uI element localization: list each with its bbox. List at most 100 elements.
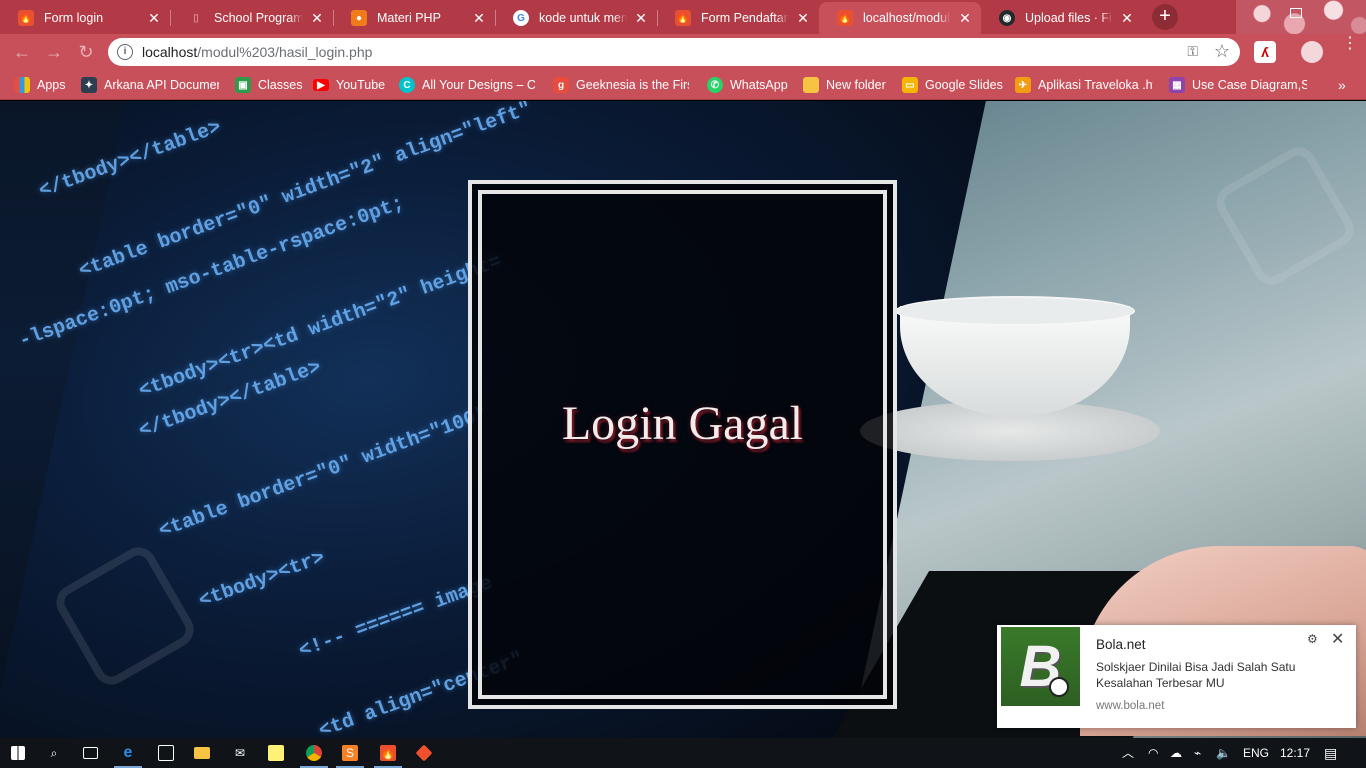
tab-upload-files[interactable]: ◉ Upload files · Firda ✕ — [981, 2, 1143, 34]
bookmark-apps[interactable]: Apps — [14, 76, 66, 94]
power-icon[interactable]: ⌁ — [1194, 738, 1201, 768]
taskbar: ⌕ e ✉ S 🔥 ︿ ◠ ☁ ⌁ 🔈 ENG 12:17 ▤ — [0, 738, 1366, 768]
notification-app-name: Bola.net — [1096, 637, 1146, 652]
login-status-heading: Login Gagal — [561, 397, 804, 450]
search-icon[interactable]: ⌕ — [36, 738, 72, 768]
volume-muted-icon[interactable]: 🔈 — [1216, 738, 1231, 768]
bookmarks-overflow-icon[interactable]: » — [1338, 70, 1346, 100]
close-icon[interactable]: ✕ — [633, 10, 649, 27]
tab-strip: 🔥 Form login ✕ ▯ School Programming ✕ ● … — [0, 0, 1366, 34]
sticky-notes-icon[interactable] — [258, 738, 294, 768]
browser-toolbar: ← → ↻ i localhost/modul%203/hasil_login.… — [0, 34, 1366, 70]
store-icon[interactable] — [148, 738, 184, 768]
close-icon[interactable]: ✕ — [146, 10, 162, 27]
bookmark-label: YouTube — [336, 78, 386, 92]
codeigniter-glyph: 🔥 — [380, 745, 396, 761]
bookmark-traveloka[interactable]: ✈ Aplikasi Traveloka .html — [1015, 76, 1153, 94]
task-view-icon[interactable] — [72, 738, 108, 768]
tab-localhost-modul-3[interactable]: 🔥 localhost/modul 3/ ✕ — [819, 2, 981, 34]
login-result-panel: Login Gagal — [468, 180, 897, 709]
git-icon[interactable] — [406, 738, 442, 768]
classroom-icon: ▣ — [235, 77, 251, 93]
sublime-icon[interactable]: S — [332, 738, 368, 768]
clock[interactable]: 12:17 — [1280, 738, 1310, 768]
reload-icon[interactable]: ↻ — [74, 40, 98, 64]
window-restore-icon[interactable] — [1290, 8, 1302, 18]
edge-icon[interactable]: e — [110, 738, 146, 768]
document-icon: ▯ — [193, 12, 199, 24]
bookmark-label: Geeknesia is the First — [576, 78, 689, 92]
edge-glyph: e — [123, 744, 133, 761]
back-arrow-icon[interactable]: ← — [10, 40, 34, 64]
arkana-icon: ✦ — [81, 77, 97, 93]
bookmark-use-case[interactable]: ▦ Use Case Diagram,Sk — [1169, 76, 1307, 94]
avatar[interactable] — [1301, 41, 1323, 63]
file-explorer-icon[interactable] — [184, 738, 220, 768]
close-icon[interactable]: ✕ — [957, 10, 973, 27]
bookmark-arkana[interactable]: ✦ Arkana API Documentation — [81, 76, 219, 94]
bookmark-google-slides[interactable]: ▭ Google Slides — [902, 76, 1003, 94]
tab-materi-php[interactable]: ● Materi PHP ✕ — [333, 2, 495, 34]
key-icon[interactable]: ⚿ — [1187, 43, 1198, 60]
info-icon[interactable]: i — [117, 44, 133, 60]
bookmark-new-folder[interactable]: New folder — [803, 76, 886, 94]
tab-title: kode untuk membuat — [539, 11, 627, 25]
bookmark-classes[interactable]: ▣ Classes — [235, 76, 302, 94]
tab-form-login[interactable]: 🔥 Form login ✕ — [0, 2, 170, 34]
close-icon[interactable]: ✕ — [795, 10, 811, 27]
magnifier-icon: ⌕ — [50, 745, 58, 760]
close-icon[interactable]: ✕ — [1331, 629, 1344, 649]
canva-icon: C — [399, 77, 415, 93]
soccer-ball-icon — [1049, 677, 1069, 697]
network-alert-icon[interactable]: ☁ — [1170, 738, 1182, 768]
chrome-icon[interactable] — [296, 738, 332, 768]
tab-form-pendaftaran[interactable]: 🔥 Form Pendaftaran ✕ — [657, 2, 819, 34]
folder-glyph — [194, 747, 210, 759]
windows-start-icon[interactable] — [0, 738, 36, 768]
gear-icon[interactable]: ⚙ — [1307, 632, 1318, 646]
youtube-icon: ▶ — [313, 79, 329, 91]
tab-school-programming[interactable]: ▯ School Programming ✕ — [170, 2, 333, 34]
bola-net-logo: B — [1001, 627, 1080, 706]
acrobat-extension-icon[interactable]: ʎ — [1254, 41, 1276, 63]
mail-icon[interactable]: ✉ — [222, 738, 258, 768]
tab-kode-untuk-membuat[interactable]: G kode untuk membuat ✕ — [495, 2, 657, 34]
tab-title: localhost/modul 3/ — [863, 11, 951, 25]
menu-dots-icon[interactable]: ⋮ — [1342, 36, 1358, 52]
whatsapp-icon: ✆ — [707, 77, 723, 93]
codeigniter-icon: 🔥 — [18, 10, 34, 26]
tab-title: School Programming — [214, 11, 303, 25]
bookmark-geeknesia[interactable]: g Geeknesia is the First — [553, 76, 689, 94]
bookmark-label: All Your Designs – Canva — [422, 78, 535, 92]
tab-title: Upload files · Firda — [1025, 11, 1113, 25]
address-bar[interactable]: i localhost/modul%203/hasil_login.php ⚿ … — [108, 38, 1240, 66]
close-icon[interactable]: ✕ — [309, 10, 325, 27]
codeigniter-icon[interactable]: 🔥 — [370, 738, 406, 768]
bookmark-star-icon[interactable]: ☆ — [1214, 41, 1230, 62]
codeigniter-icon: 🔥 — [837, 10, 853, 26]
bookmark-youtube[interactable]: ▶ YouTube — [313, 76, 385, 94]
action-center-icon[interactable]: ▤ — [1324, 738, 1337, 768]
mail-glyph: ✉ — [234, 746, 246, 760]
language-indicator[interactable]: ENG — [1243, 738, 1269, 768]
close-icon[interactable]: ✕ — [471, 10, 487, 27]
close-icon[interactable]: ✕ — [1119, 10, 1135, 27]
sticky-note-glyph — [268, 745, 284, 761]
github-icon: ◉ — [999, 10, 1015, 26]
background-cup-rim — [895, 296, 1135, 326]
url-text[interactable]: localhost/modul%203/hasil_login.php — [142, 38, 372, 66]
notification-toast[interactable]: B Bola.net Solskjaer Dinilai Bisa Jadi S… — [997, 625, 1356, 728]
bookmark-whatsapp[interactable]: ✆ WhatsApp — [707, 76, 788, 94]
bookmark-canva[interactable]: C All Your Designs – Canva — [399, 76, 535, 94]
wifi-icon[interactable]: ◠ — [1148, 738, 1158, 768]
new-tab-button[interactable]: + — [1152, 4, 1178, 30]
chrome-glyph — [306, 745, 322, 761]
codeigniter-icon: 🔥 — [675, 10, 691, 26]
task-view-glyph — [82, 747, 98, 759]
bookmark-label: Use Case Diagram,Sk — [1192, 78, 1307, 92]
bookmarks-bar: Apps ✦ Arkana API Documentation ▣ Classe… — [0, 70, 1366, 100]
tab-title: Materi PHP — [377, 11, 441, 25]
tray-overflow-icon[interactable]: ︿ — [1122, 738, 1134, 768]
forward-arrow-icon[interactable]: → — [42, 40, 66, 64]
store-glyph — [158, 745, 174, 761]
